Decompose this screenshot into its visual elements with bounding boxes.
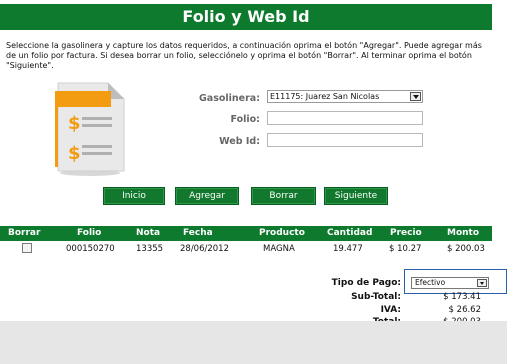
iva-value: $ 26.62	[448, 305, 481, 315]
subtotal-value: $ 173.41	[443, 292, 481, 302]
folio-label: Folio:	[230, 114, 260, 125]
gasolinera-select[interactable]: E11175: Juarez San Nicolas	[267, 90, 423, 103]
cell-monto: $ 200.03	[447, 244, 485, 254]
webid-input[interactable]	[267, 133, 423, 147]
col-cantidad: Cantidad	[327, 228, 373, 238]
cell-fecha: 28/06/2012	[180, 244, 229, 254]
col-precio: Precio	[390, 228, 422, 238]
siguiente-button[interactable]: Siguiente	[324, 187, 388, 205]
agregar-button[interactable]: Agregar	[175, 187, 239, 205]
focus-highlight	[404, 269, 507, 294]
iva-label: IVA:	[380, 305, 401, 315]
inicio-button[interactable]: Inicio	[103, 187, 165, 205]
instructions-text: Seleccione la gasolinera y capture los d…	[6, 41, 482, 70]
svg-text:$: $	[68, 113, 81, 134]
col-producto: Producto	[259, 228, 305, 238]
cell-producto: MAGNA	[263, 244, 295, 254]
col-nota: Nota	[136, 228, 161, 238]
col-folio: Folio	[77, 228, 102, 238]
cell-cantidad: 19.477	[333, 244, 363, 254]
svg-text:$: $	[68, 143, 81, 164]
chevron-down-icon[interactable]	[410, 92, 421, 101]
folio-input[interactable]	[267, 111, 423, 125]
webid-label: Web Id:	[219, 136, 260, 147]
borrar-button[interactable]: Borrar	[251, 187, 316, 205]
gasolinera-selected-value: E11175: Juarez San Nicolas	[270, 92, 380, 101]
page-header: Folio y Web Id	[0, 4, 492, 30]
document-with-dollar-icon: $ $	[52, 79, 130, 179]
page-title: Folio y Web Id	[182, 7, 310, 26]
row-delete-checkbox[interactable]	[22, 243, 32, 253]
tipo-pago-label: Tipo de Pago:	[331, 278, 401, 288]
gasolinera-label: Gasolinera:	[198, 93, 260, 104]
col-fecha: Fecha	[183, 228, 213, 238]
cell-nota: 13355	[136, 244, 164, 254]
bottom-overlay	[0, 321, 507, 364]
col-borrar: Borrar	[8, 228, 41, 238]
table-header: Borrar Folio Nota Fecha Producto Cantida…	[0, 226, 492, 241]
cell-precio: $ 10.27	[389, 244, 422, 254]
col-monto: Monto	[447, 228, 480, 238]
subtotal-label: Sub-Total:	[351, 292, 401, 302]
cell-folio: 000150270	[66, 244, 115, 254]
